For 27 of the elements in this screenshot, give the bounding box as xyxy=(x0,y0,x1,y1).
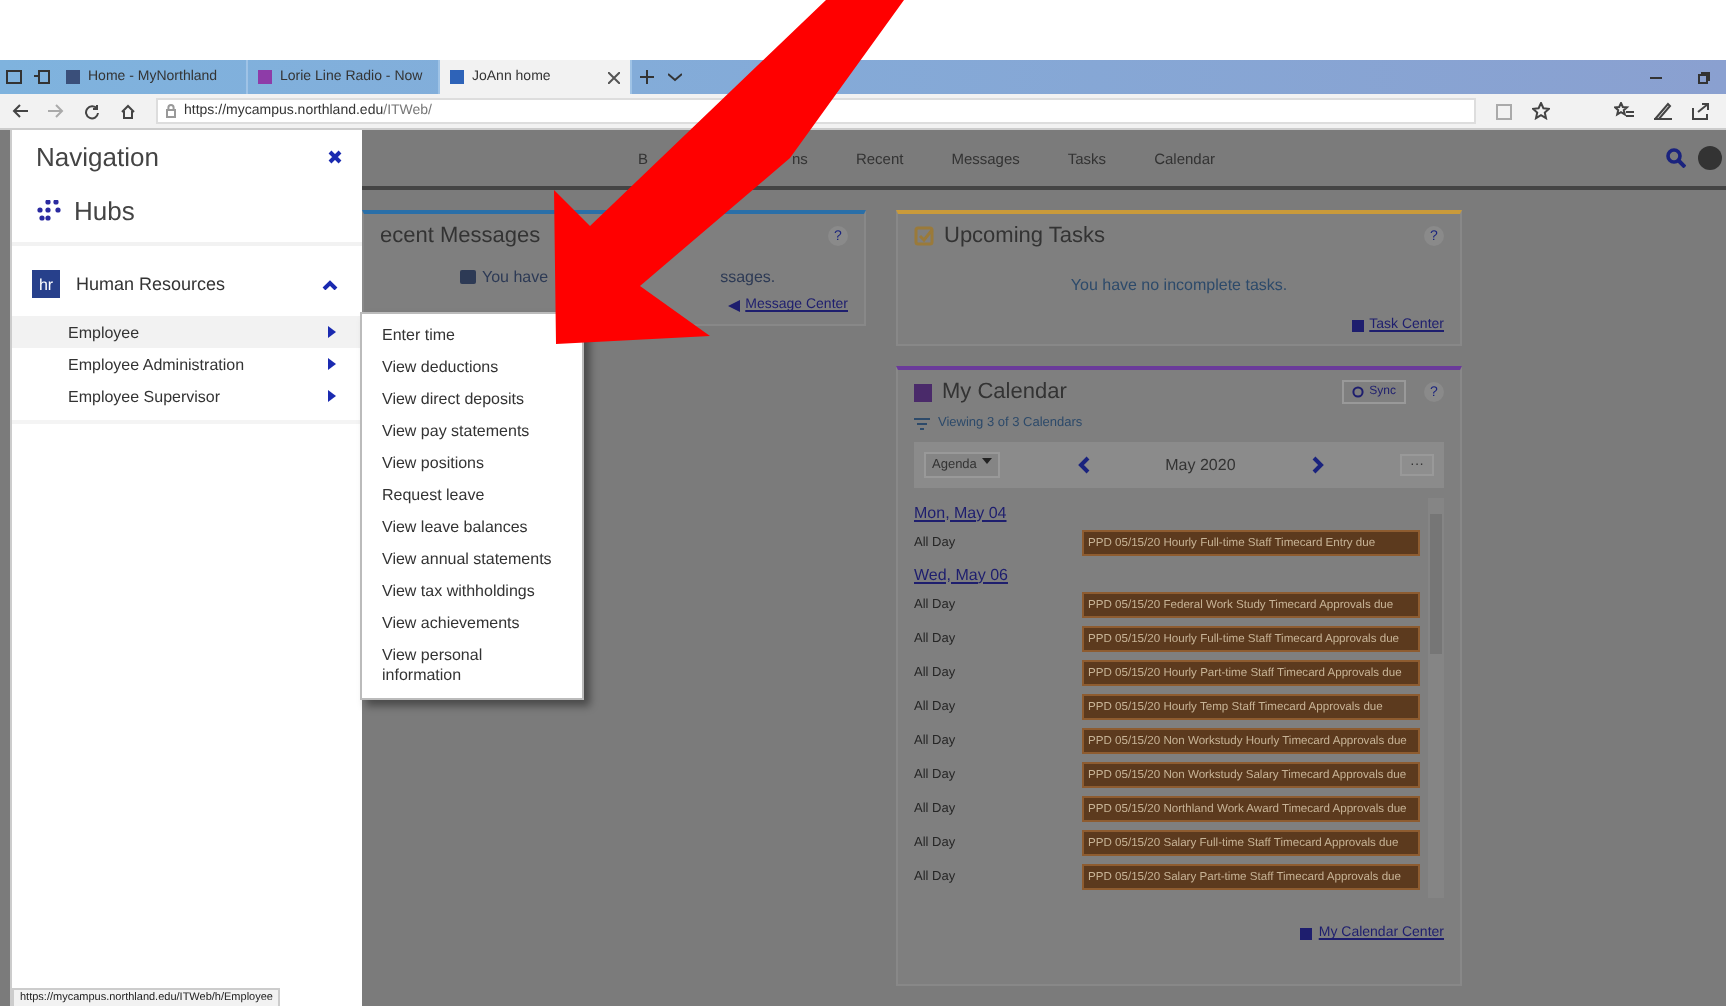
empty-message: You have xyxy=(482,268,549,286)
menu-item[interactable]: View pay statements xyxy=(362,416,550,448)
menu-item[interactable]: Enter time xyxy=(362,320,475,352)
hr-badge: hr xyxy=(32,270,60,298)
menu-item[interactable]: Request leave xyxy=(362,480,505,512)
panel-title: Navigation xyxy=(36,142,159,172)
menu-item[interactable]: View positions xyxy=(362,448,504,480)
card-title: Upcoming Tasks xyxy=(944,224,1105,248)
menu-item[interactable]: View personal information xyxy=(362,640,582,692)
section-header[interactable]: hr Human Resources xyxy=(12,246,358,316)
card-title: My Calendar xyxy=(942,380,1067,404)
date-link[interactable]: Mon, May 04 xyxy=(914,498,1420,526)
empty-message: ssages. xyxy=(720,268,776,286)
nav-item[interactable]: Employee Administration xyxy=(12,348,362,380)
menu-item[interactable]: View tax withholdings xyxy=(362,576,555,608)
date-link[interactable]: Wed, May 06 xyxy=(914,560,1420,588)
month-label: May 2020 xyxy=(1165,456,1236,474)
menu-item[interactable]: View achievements xyxy=(362,608,540,640)
hubs-label[interactable]: Hubs xyxy=(74,196,135,226)
menu-item[interactable]: View direct deposits xyxy=(362,384,544,416)
menu-item[interactable]: View annual statements xyxy=(362,544,572,576)
nav-item[interactable]: Employee Supervisor xyxy=(12,380,362,412)
menu-item[interactable]: View deductions xyxy=(362,352,519,384)
nav-item[interactable]: Employee xyxy=(12,316,362,348)
menu-item[interactable]: View leave balances xyxy=(362,512,548,544)
card-title: ecent Messages xyxy=(380,224,541,248)
empty-message: You have no incomplete tasks. xyxy=(1068,274,1290,298)
